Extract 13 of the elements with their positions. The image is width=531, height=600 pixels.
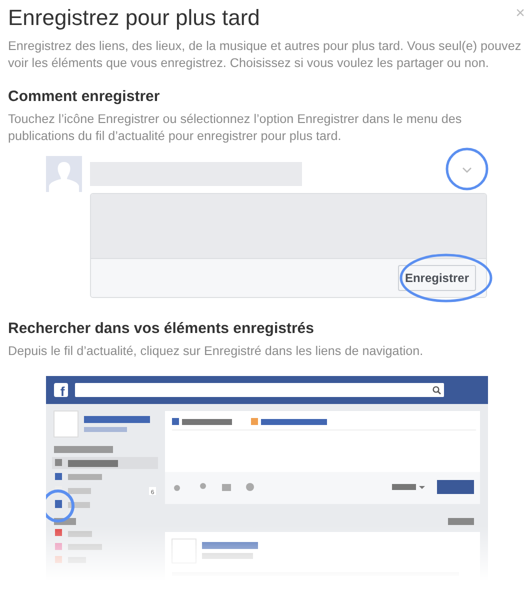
intro-text: Enregistrez des liens, des lieux, de la musique et autres pour plus tard. Vous seul(e) pouvez voir les éléments que vous enregistrez. Choisissez si vous voulez les partager ou non. — [8, 38, 522, 72]
avatar-silhouette — [46, 156, 82, 192]
chevron-icon[interactable] — [462, 168, 472, 173]
section-text: Touchez l’icône Enregistrer ou sélectionnez l’option Enregistrer dans le menu des publications du fil d’actualité pour enregistrer pour plus tard. — [8, 111, 463, 145]
highlight-circle — [446, 148, 488, 190]
save-button[interactable]: Enregistrer — [398, 265, 476, 291]
section-heading: Rechercher dans vos éléments enregistrés — [8, 320, 315, 338]
sort-menu — [448, 518, 474, 525]
section-heading: Comment enregistrer — [8, 88, 161, 106]
search-field[interactable] — [75, 383, 444, 397]
logo: f — [54, 383, 68, 399]
dialog-title: Enregistrez pour plus tard — [8, 4, 260, 32]
section-text: Depuis le fil d’actualité, cliquez sur Enregistré dans les liens de navigation. — [8, 343, 424, 360]
